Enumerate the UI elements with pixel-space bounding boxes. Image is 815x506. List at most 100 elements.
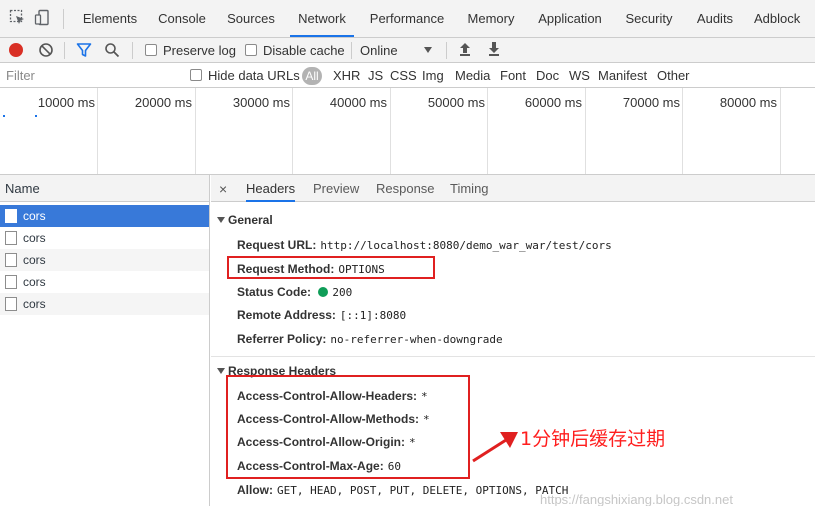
header-key: Request URL: <box>237 238 317 252</box>
filter-type-media[interactable]: Media <box>455 68 490 83</box>
filter-type-js[interactable]: JS <box>368 68 383 83</box>
request-list: Name cors cors cors cors cors <box>0 175 210 506</box>
tab-audits[interactable]: Audits <box>690 0 740 37</box>
general-section-header[interactable]: General <box>217 213 273 227</box>
name-column-header[interactable]: Name <box>0 175 209 202</box>
file-icon <box>5 209 17 223</box>
general-section-title: General <box>228 213 273 227</box>
status-dot-icon <box>318 287 329 297</box>
divider <box>64 42 65 59</box>
hide-data-urls-checkbox[interactable] <box>190 69 202 81</box>
tab-sources[interactable]: Sources <box>220 0 282 37</box>
tab-elements[interactable]: Elements <box>74 0 146 37</box>
request-row[interactable]: cors <box>0 271 209 293</box>
tab-adblock[interactable]: Adblock <box>754 0 812 37</box>
divider <box>351 42 352 59</box>
timeline-gridline <box>585 88 586 174</box>
search-icon[interactable] <box>104 42 120 61</box>
header-value: [::1]:8080 <box>339 309 407 322</box>
preserve-log-label: Preserve log <box>163 43 236 58</box>
header-row: Referrer Policy: no-referrer-when-downgra… <box>237 332 503 346</box>
request-marker <box>3 115 5 117</box>
timeline-gridline <box>292 88 293 174</box>
filter-type-css[interactable]: CSS <box>390 68 417 83</box>
record-icon[interactable] <box>9 43 23 57</box>
clear-icon[interactable] <box>38 42 54 61</box>
timeline-gridline <box>195 88 196 174</box>
request-row[interactable]: cors <box>0 249 209 271</box>
request-row[interactable]: cors <box>0 205 209 227</box>
filter-type-manifest[interactable]: Manifest <box>598 68 647 83</box>
request-row[interactable]: cors <box>0 293 209 315</box>
chevron-down-icon[interactable] <box>424 47 432 53</box>
tab-preview[interactable]: Preview <box>313 175 359 202</box>
filter-type-doc[interactable]: Doc <box>536 68 559 83</box>
divider <box>446 42 447 59</box>
request-row[interactable]: cors <box>0 227 209 249</box>
close-icon[interactable]: × <box>219 181 227 197</box>
timeline-gridline <box>97 88 98 174</box>
timeline-gridline <box>487 88 488 174</box>
timeline-tick-label: 30000 ms <box>232 95 290 110</box>
timeline-overview[interactable]: 10000 ms 20000 ms 30000 ms 40000 ms 5000… <box>0 88 815 175</box>
file-icon <box>5 275 17 289</box>
timeline-gridline <box>682 88 683 174</box>
filter-all-button[interactable]: All <box>302 67 322 85</box>
tab-response[interactable]: Response <box>376 175 435 202</box>
timeline-tick-label: 60000 ms <box>524 95 582 110</box>
header-value: no-referrer-when-downgrade <box>330 333 503 346</box>
network-toolbar: Preserve log Disable cache Online <box>0 38 815 63</box>
request-marker <box>35 115 37 117</box>
header-key: Remote Address: <box>237 308 336 322</box>
timeline-tick-label: 70000 ms <box>622 95 680 110</box>
header-value: GET, HEAD, POST, PUT, DELETE, OPTIONS, P… <box>277 484 569 497</box>
preserve-log-checkbox[interactable] <box>145 44 157 56</box>
triangle-down-icon <box>217 368 225 374</box>
filter-type-ws[interactable]: WS <box>569 68 590 83</box>
tab-application[interactable]: Application <box>530 0 610 37</box>
request-name: cors <box>23 253 46 267</box>
tab-timing[interactable]: Timing <box>450 175 489 202</box>
device-toolbar-icon[interactable] <box>34 9 52 27</box>
timeline-tick-label: 20000 ms <box>134 95 192 110</box>
file-icon <box>5 297 17 311</box>
tab-network[interactable]: Network <box>290 0 354 37</box>
highlight-box <box>227 256 435 279</box>
timeline-gridline <box>390 88 391 174</box>
timeline-tick-label: 50000 ms <box>427 95 485 110</box>
filter-icon[interactable] <box>76 42 92 61</box>
file-icon <box>5 231 17 245</box>
filter-type-img[interactable]: Img <box>422 68 444 83</box>
tab-console[interactable]: Console <box>150 0 214 37</box>
header-row: Remote Address: [::1]:8080 <box>237 308 406 322</box>
arrow-icon <box>472 432 518 463</box>
watermark: https://fangshixiang.blog.csdn.net <box>540 492 733 506</box>
disable-cache-label: Disable cache <box>263 43 345 58</box>
throttling-select[interactable]: Online <box>360 43 398 58</box>
timeline-gridline <box>780 88 781 174</box>
filter-input[interactable]: Filter <box>6 68 35 83</box>
import-har-icon[interactable] <box>458 41 472 60</box>
header-key: Referrer Policy: <box>237 332 327 346</box>
export-har-icon[interactable] <box>487 41 501 60</box>
filter-type-font[interactable]: Font <box>500 68 526 83</box>
section-divider <box>211 356 815 357</box>
filter-type-xhr[interactable]: XHR <box>333 68 360 83</box>
request-name: cors <box>23 231 46 245</box>
header-row: Request URL: http://localhost:8080/demo_w… <box>237 238 612 252</box>
timeline-tick-label: 40000 ms <box>329 95 387 110</box>
request-name: cors <box>23 297 46 311</box>
divider <box>132 42 133 59</box>
disable-cache-checkbox[interactable] <box>245 44 257 56</box>
tab-security[interactable]: Security <box>620 0 678 37</box>
hide-data-urls-label: Hide data URLs <box>208 68 300 83</box>
header-key: Status Code: <box>237 285 312 299</box>
header-value: http://localhost:8080/demo_war_war/test/… <box>320 239 612 252</box>
tab-headers[interactable]: Headers <box>246 175 296 202</box>
filter-bar: Filter Hide data URLs All XHR JS CSS Img… <box>0 63 815 88</box>
tab-memory[interactable]: Memory <box>460 0 522 37</box>
filter-type-other[interactable]: Other <box>657 68 690 83</box>
tab-performance[interactable]: Performance <box>362 0 452 37</box>
header-row: Allow: GET, HEAD, POST, PUT, DELETE, OPTI… <box>237 483 568 497</box>
inspect-element-icon[interactable] <box>9 9 27 27</box>
